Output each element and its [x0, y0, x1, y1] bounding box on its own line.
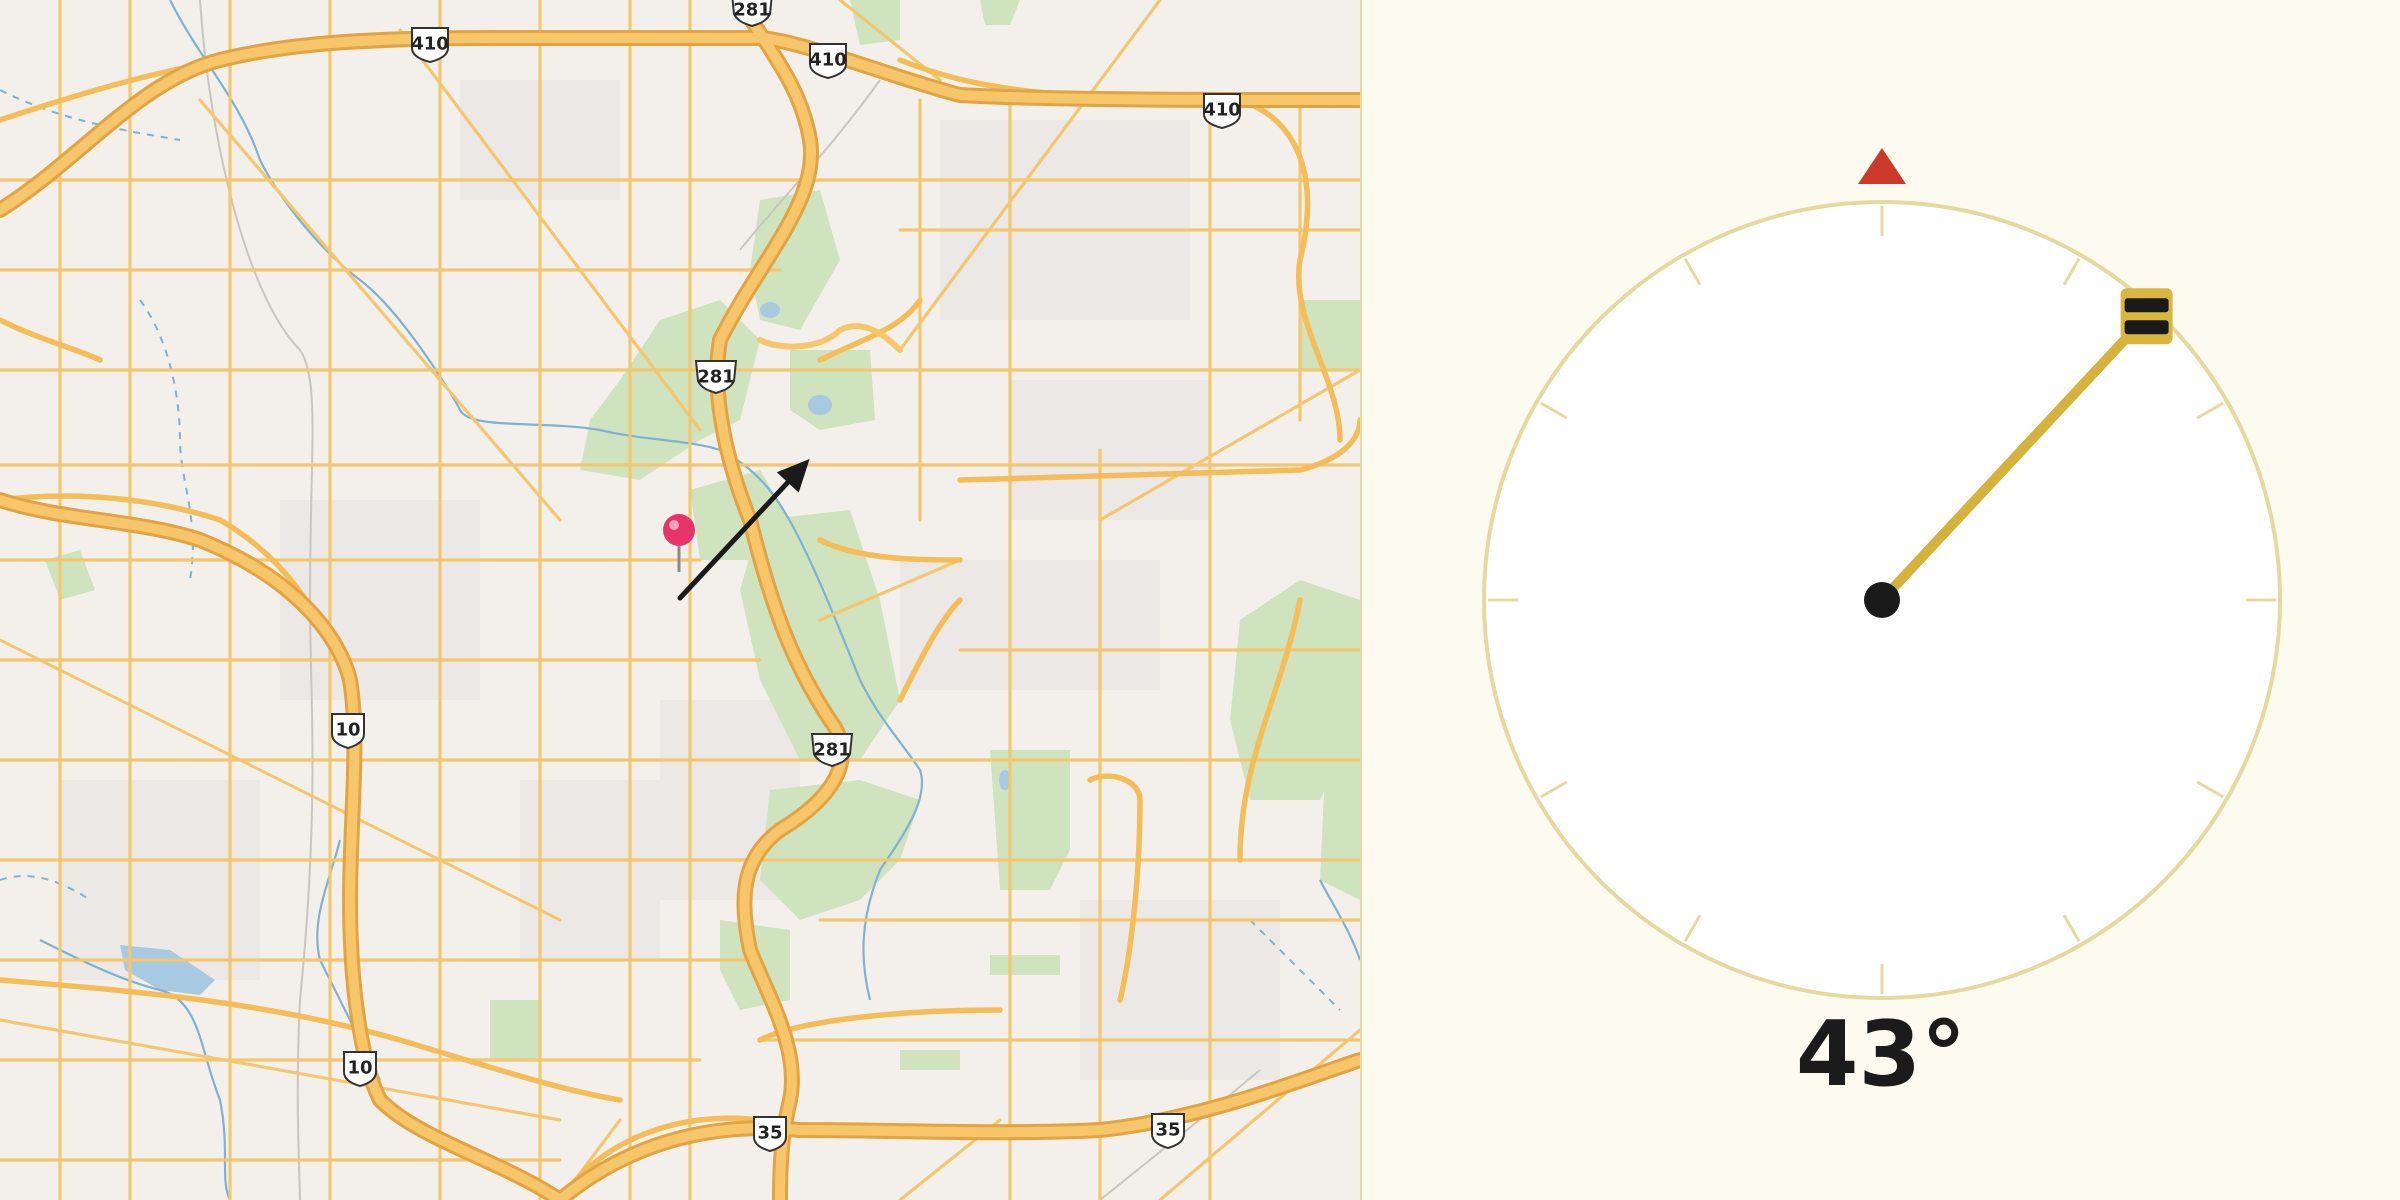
us-route-shield: 281 [731, 0, 773, 28]
needle-pivot [1864, 582, 1900, 618]
shield-label: 410 [809, 50, 847, 71]
shield-label: 410 [411, 34, 449, 55]
interstate-shield: 410 [809, 43, 847, 80]
needle-drag-handle[interactable] [2120, 288, 2173, 345]
interstate-shield: 35 [1151, 1113, 1185, 1150]
interstate-shield: 35 [753, 1116, 787, 1153]
interstate-shield: 10 [331, 713, 365, 750]
compass-dial [1482, 148, 2282, 1000]
interstate-shield: 410 [1203, 93, 1241, 130]
pin-head [663, 514, 695, 546]
shield-label: 10 [347, 1058, 372, 1079]
pin-highlight [669, 520, 679, 530]
heading-angle-readout: 43° [1795, 1002, 1967, 1107]
compass-panel: 43° [1362, 0, 2400, 1200]
interstate-shield: 410 [411, 27, 449, 64]
north-marker-icon [1858, 148, 1906, 184]
interstate-shield: 10 [343, 1051, 377, 1088]
map-canvas: 410 410 410 281 281 281 10 10 35 35 [0, 0, 1360, 1200]
shield-label: 281 [697, 367, 735, 388]
map-view[interactable]: 410 410 410 281 281 281 10 10 35 35 [0, 0, 1360, 1200]
shield-label: 10 [335, 720, 360, 741]
shield-label: 281 [813, 740, 851, 761]
shield-label: 35 [1155, 1120, 1180, 1141]
shield-label: 281 [733, 0, 771, 21]
shield-label: 35 [757, 1123, 782, 1144]
shield-label: 410 [1203, 100, 1241, 121]
